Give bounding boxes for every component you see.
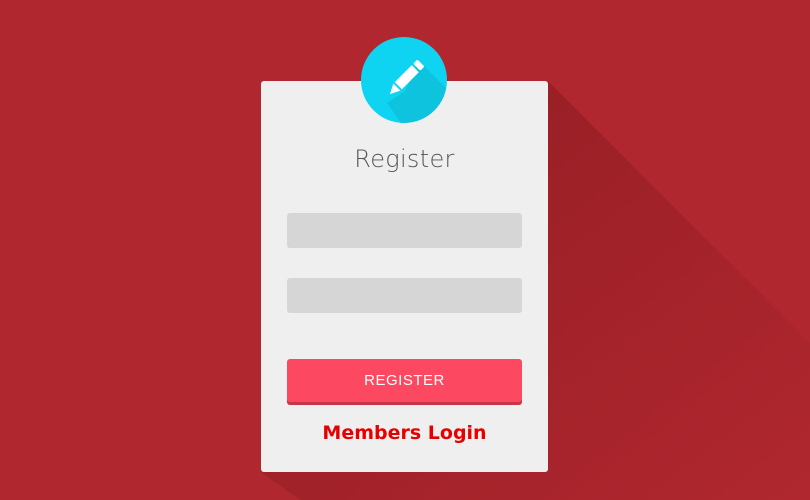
register-field-1[interactable] <box>287 213 522 248</box>
register-field-2[interactable] <box>287 278 522 313</box>
register-title: Register <box>354 145 455 173</box>
register-badge <box>361 37 447 123</box>
register-card: Register REGISTER Members Login <box>261 81 548 472</box>
pencil-icon <box>387 60 447 123</box>
members-login-link[interactable]: Members Login <box>261 422 548 444</box>
register-button[interactable]: REGISTER <box>287 359 522 402</box>
